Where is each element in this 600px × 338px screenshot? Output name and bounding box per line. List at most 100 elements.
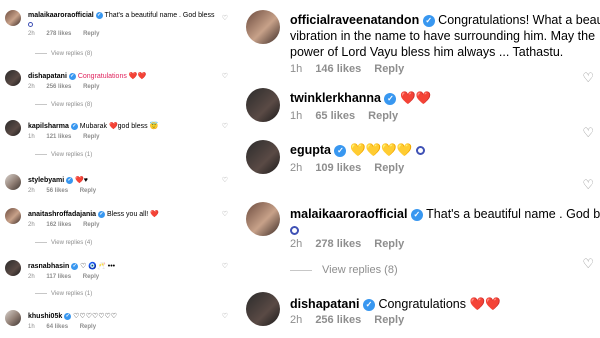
likes-count[interactable]: 278 likes — [46, 31, 71, 37]
avatar[interactable] — [5, 120, 21, 136]
heart-outline-icon[interactable]: ♡ — [222, 176, 228, 184]
heart-outline-icon[interactable]: ♡ — [222, 262, 228, 270]
avatar[interactable] — [5, 260, 21, 276]
heart-outline-icon[interactable]: ♡ — [222, 312, 228, 320]
comment-username[interactable]: stylebyami — [28, 177, 64, 184]
comment-text: ❤️❤️ — [399, 91, 432, 105]
comment-meta: 1h 121 likes Reply — [28, 134, 100, 140]
view-replies-button[interactable]: View replies (8) — [35, 102, 92, 108]
comment-body: officialraveenatandon ✓ Congratulations!… — [290, 12, 600, 28]
comment-text: Bless you all! ❤️ — [106, 211, 159, 218]
likes-count[interactable]: 56 likes — [46, 188, 68, 194]
view-replies-button[interactable]: View replies (8) — [35, 51, 92, 57]
left-comment-list: malaikaaroraofficial ✓ That's a beautifu… — [0, 0, 234, 338]
comment-text: That's a beautiful name . God bless — [104, 12, 215, 19]
comment-body: rasnabhasin ✓ ♡ 🧿🥂 ••• — [28, 262, 115, 271]
heart-outline-icon[interactable]: ♡ — [222, 72, 228, 80]
verified-badge-icon: ✓ — [70, 122, 78, 130]
comment-username[interactable]: rasnabhasin — [28, 263, 69, 270]
comment-username[interactable]: malaikaaroraofficial — [290, 207, 407, 221]
comment-username[interactable]: egupta — [290, 143, 331, 157]
comment-username[interactable]: malaikaaroraofficial — [28, 12, 94, 19]
avatar[interactable] — [5, 70, 21, 86]
view-replies-button[interactable]: View replies (1) — [35, 291, 92, 297]
verified-badge-icon: ✓ — [98, 210, 106, 218]
comment-username[interactable]: dishapatani — [290, 297, 359, 311]
likes-count[interactable]: 64 likes — [46, 324, 68, 330]
comment-body: malaikaaroraofficial ✓ That's a beautifu… — [290, 206, 600, 222]
likes-count[interactable]: 121 likes — [46, 134, 71, 140]
reply-button[interactable]: Reply — [374, 63, 404, 75]
heart-outline-icon[interactable]: ♡ — [582, 256, 594, 272]
avatar[interactable] — [246, 88, 280, 122]
avatar[interactable] — [246, 140, 280, 174]
reply-button[interactable]: Reply — [374, 162, 404, 174]
heart-outline-icon[interactable]: ♡ — [222, 122, 228, 130]
reply-button[interactable]: Reply — [83, 222, 99, 228]
verified-badge-icon: ✓ — [95, 11, 103, 19]
avatar[interactable] — [5, 208, 21, 224]
comment-meta: 2h 256 likes Reply — [290, 314, 405, 326]
view-replies-button[interactable]: View replies (4) — [35, 240, 92, 246]
comment-body: kapilsharma ✓ Mubarak ❤️god bless 😇 — [28, 122, 158, 131]
comment-meta: 2h 278 likes Reply — [290, 238, 405, 250]
reply-button[interactable]: Reply — [83, 84, 99, 90]
reply-button[interactable]: Reply — [83, 134, 99, 140]
avatar[interactable] — [5, 310, 21, 326]
comment-meta: 1h 64 likes Reply — [28, 324, 97, 330]
likes-count[interactable]: 65 likes — [315, 110, 355, 122]
comment-item: officialraveenatandon ✓ Congratulations!… — [234, 4, 600, 85]
avatar[interactable] — [5, 174, 21, 190]
comment-text: That's a beautiful name . God bless — [426, 207, 600, 221]
view-replies-button[interactable]: View replies (1) — [35, 152, 92, 158]
reply-button[interactable]: Reply — [83, 274, 99, 280]
comment-body: dishapatani ✓ Congratulations ❤️❤️ — [290, 296, 501, 312]
reply-button[interactable]: Reply — [80, 324, 96, 330]
comment-meta: 1h 65 likes Reply — [290, 110, 399, 122]
comment-username[interactable]: kapilsharma — [28, 123, 69, 130]
comment-text: Congratulations ❤️❤️ — [378, 297, 501, 311]
verified-badge-icon: ✓ — [422, 14, 435, 27]
comment-meta: 2h 256 likes Reply — [28, 84, 100, 90]
verified-badge-icon: ✓ — [64, 312, 72, 320]
likes-count[interactable]: 256 likes — [46, 84, 71, 90]
comment-username[interactable]: khushi05k — [28, 313, 62, 320]
reply-button[interactable]: Reply — [374, 238, 404, 250]
comment-text: ♡ 🧿🥂 ••• — [80, 263, 116, 270]
comment-username[interactable]: officialraveenatandon — [290, 13, 419, 27]
comment-username[interactable]: anaitashroffadajania — [28, 211, 96, 218]
comment-text: 💛💛💛💛 — [349, 143, 413, 157]
view-replies-button[interactable]: View replies (8) — [290, 264, 398, 276]
comment-item: rasnabhasin ✓ ♡ 🧿🥂 ••• 2h 117 likes Repl… — [0, 258, 234, 304]
reply-button[interactable]: Reply — [80, 188, 96, 194]
avatar[interactable] — [246, 10, 280, 44]
comment-username[interactable]: twinklerkhanna — [290, 91, 381, 105]
comment-meta: 2h 162 likes Reply — [28, 222, 100, 228]
likes-count[interactable]: 146 likes — [315, 63, 361, 75]
comment-meta: 2h 56 likes Reply — [28, 188, 97, 194]
comment-body: egupta ✓ 💛💛💛💛 — [290, 142, 425, 158]
comment-item: egupta ✓ 💛💛💛💛 2h 109 likes Reply ♡ — [234, 136, 600, 192]
likes-count[interactable]: 162 likes — [46, 222, 71, 228]
verified-badge-icon: ✓ — [410, 208, 423, 221]
likes-count[interactable]: 256 likes — [315, 314, 361, 326]
right-comment-list: officialraveenatandon ✓ Congratulations!… — [234, 0, 600, 338]
comment-username[interactable]: dishapatani — [28, 73, 67, 80]
likes-count[interactable]: 117 likes — [46, 274, 71, 280]
comment-body: stylebyami ✓ ❤️♥ — [28, 176, 88, 185]
heart-outline-icon[interactable]: ♡ — [222, 210, 228, 218]
heart-outline-icon[interactable]: ♡ — [222, 14, 228, 22]
likes-count[interactable]: 278 likes — [315, 238, 361, 250]
reply-button[interactable]: Reply — [374, 314, 404, 326]
reply-button[interactable]: Reply — [368, 110, 398, 122]
comment-item: malaikaaroraofficial ✓ That's a beautifu… — [0, 4, 234, 62]
comment-text: Mubarak ❤️god bless 😇 — [79, 123, 159, 130]
heart-outline-icon[interactable]: ♡ — [582, 177, 594, 193]
avatar[interactable] — [246, 292, 280, 326]
reply-button[interactable]: Reply — [83, 31, 99, 37]
avatar[interactable] — [246, 202, 280, 236]
avatar[interactable] — [5, 10, 21, 26]
comment-item: dishapatani ✓ Congratulations ❤️❤️ 2h 25… — [0, 68, 234, 114]
likes-count[interactable]: 109 likes — [315, 162, 361, 174]
comment-item: dishapatani ✓ Congratulations ❤️❤️ 2h 25… — [234, 290, 600, 338]
